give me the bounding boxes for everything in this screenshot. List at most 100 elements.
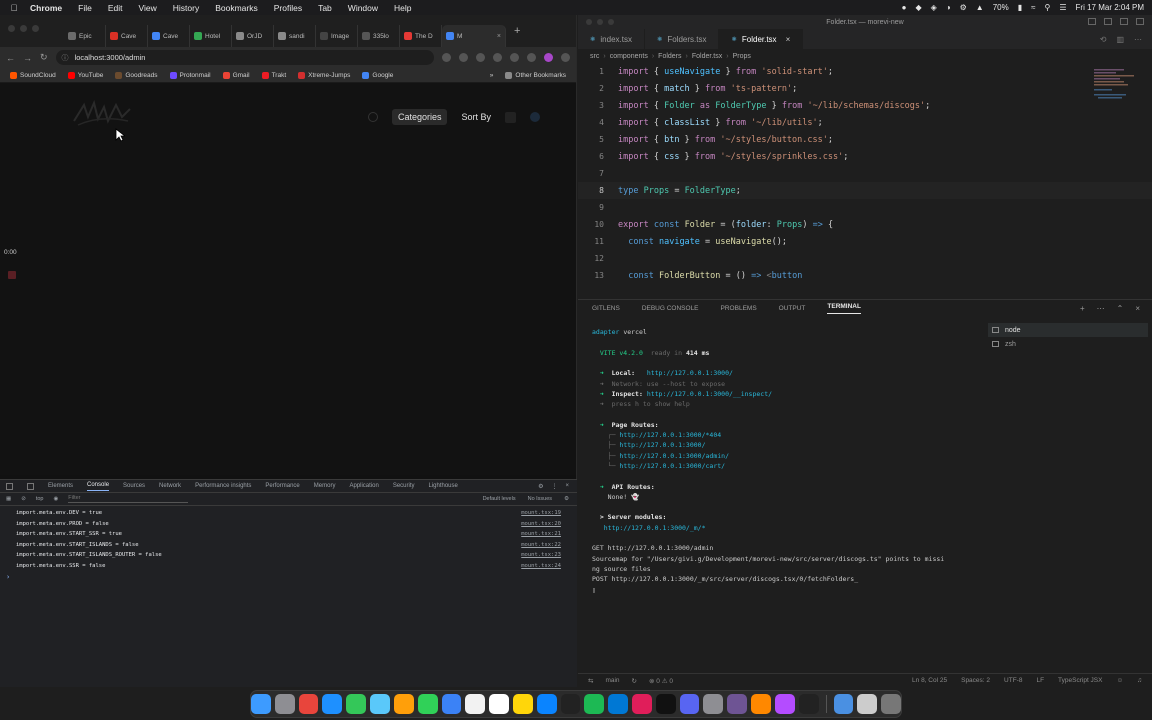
- feedback-icon[interactable]: ☺: [1116, 677, 1123, 684]
- devtools-tab-console[interactable]: Console: [87, 482, 110, 491]
- browser-tab[interactable]: 335lo: [358, 25, 400, 47]
- tray-icon[interactable]: ⚙: [960, 3, 967, 12]
- editor-tab[interactable]: ⚛ Folder.tsx ×: [719, 29, 804, 49]
- menu-view[interactable]: View: [138, 3, 156, 13]
- minimap[interactable]: [1094, 67, 1138, 103]
- issues-button[interactable]: No Issues: [528, 496, 552, 502]
- dock-vscode-icon[interactable]: [608, 694, 629, 714]
- bookmark-item[interactable]: Trakt: [261, 71, 286, 79]
- dock-preview-icon[interactable]: [833, 694, 854, 714]
- console-source-link[interactable]: mount.tsx:22: [521, 542, 561, 548]
- cursor-position[interactable]: Ln 8, Col 25: [912, 677, 947, 684]
- panel-tab-problems[interactable]: PROBLEMS: [721, 305, 757, 312]
- bookmarks-overflow-icon[interactable]: »: [490, 72, 494, 79]
- tray-icon[interactable]: ●: [902, 3, 907, 12]
- reload-icon[interactable]: ↻: [40, 52, 48, 63]
- dock-settings-icon[interactable]: [703, 694, 724, 714]
- console-source-link[interactable]: mount.tsx:24: [521, 563, 561, 569]
- language-mode[interactable]: TypeScript JSX: [1058, 677, 1102, 684]
- minimize-window-button[interactable]: [20, 25, 27, 32]
- breadcrumb-item[interactable]: Folders: [658, 53, 681, 60]
- new-terminal-icon[interactable]: +: [1080, 304, 1085, 313]
- breadcrumb-item[interactable]: components: [610, 53, 648, 60]
- battery-icon[interactable]: ▮: [1018, 3, 1022, 12]
- clear-console-icon[interactable]: ⊘: [21, 496, 26, 502]
- dock-maps-icon[interactable]: [370, 694, 390, 714]
- remote-icon[interactable]: ⇆: [588, 677, 593, 685]
- dock-messages-icon[interactable]: [346, 694, 367, 714]
- inspect-element-icon[interactable]: [6, 482, 13, 490]
- more-actions-icon[interactable]: ⋯: [1134, 35, 1142, 44]
- log-levels-select[interactable]: Default levels: [483, 496, 516, 502]
- sync-icon[interactable]: ↻: [632, 677, 637, 685]
- kebab-menu-icon[interactable]: ⋮: [551, 483, 557, 490]
- profile-avatar[interactable]: [544, 53, 553, 62]
- dock-reminders-icon[interactable]: [489, 694, 509, 714]
- close-window-button[interactable]: [586, 19, 592, 25]
- wifi-icon[interactable]: ≈: [1031, 3, 1035, 12]
- indentation[interactable]: Spaces: 2: [961, 677, 990, 684]
- info-icon[interactable]: ⓘ: [62, 53, 69, 63]
- notifications-icon[interactable]: ♫: [1137, 677, 1142, 684]
- customize-layout-icon[interactable]: [1136, 18, 1144, 25]
- menu-profiles[interactable]: Profiles: [274, 3, 302, 13]
- code-line[interactable]: 10 export const Folder = (folder: Props) …: [578, 216, 1152, 233]
- puzzle-icon[interactable]: [510, 53, 519, 62]
- bookmark-item[interactable]: Gmail: [222, 71, 250, 79]
- bookmark-item[interactable]: Goodreads: [115, 71, 158, 79]
- menu-file[interactable]: File: [78, 3, 92, 13]
- dock-slack-icon[interactable]: [632, 694, 652, 714]
- dock-discord-icon[interactable]: [679, 694, 700, 714]
- bookmark-star-icon[interactable]: [459, 53, 468, 62]
- install-icon[interactable]: [442, 53, 451, 62]
- menu-bookmarks[interactable]: Bookmarks: [215, 3, 258, 13]
- site-logo[interactable]: [70, 97, 136, 133]
- dock-safari-icon[interactable]: [322, 694, 343, 714]
- close-icon[interactable]: ×: [565, 483, 569, 490]
- panel-tab-output[interactable]: OUTPUT: [779, 305, 806, 312]
- close-tab-icon[interactable]: ×: [786, 35, 791, 44]
- code-line[interactable]: 7: [578, 165, 1152, 182]
- git-compare-icon[interactable]: ⟲: [1100, 35, 1107, 44]
- more-actions-icon[interactable]: ⋯: [1097, 304, 1105, 313]
- search-icon[interactable]: [367, 112, 378, 122]
- breadcrumb-item[interactable]: Props: [733, 53, 751, 60]
- forward-icon[interactable]: →: [23, 53, 32, 63]
- code-line[interactable]: 6 import { css } from '~/styles/sprinkles…: [578, 148, 1152, 165]
- gear-icon[interactable]: ⚙: [538, 483, 543, 490]
- browser-tab[interactable]: Cave: [148, 25, 190, 47]
- cart-icon[interactable]: [505, 111, 516, 123]
- dock-chrome-icon[interactable]: [298, 694, 319, 714]
- extension-icon[interactable]: [476, 53, 485, 62]
- categories-button[interactable]: Categories: [391, 109, 448, 125]
- sidebar-toggle-icon[interactable]: ▦: [6, 496, 11, 502]
- code-line[interactable]: 2 import { match } from 'ts-pattern';: [578, 80, 1152, 97]
- new-tab-button[interactable]: +: [506, 25, 528, 37]
- browser-tab[interactable]: M ×: [442, 25, 506, 47]
- context-select[interactable]: top: [36, 496, 44, 502]
- devtools-tab-sources[interactable]: Sources: [123, 483, 145, 489]
- toggle-panel-icon[interactable]: [1104, 18, 1112, 25]
- tray-icon[interactable]: ◈: [931, 3, 937, 12]
- address-bar[interactable]: ⓘ localhost:3000/admin: [55, 50, 434, 65]
- console-source-link[interactable]: mount.tsx:20: [521, 521, 561, 527]
- maximize-panel-icon[interactable]: ⌃: [1117, 304, 1124, 313]
- code-line[interactable]: 13 const FolderButton = () => <button: [578, 267, 1152, 284]
- terminal-tab-zsh[interactable]: zsh: [988, 337, 1148, 351]
- breadcrumb-item[interactable]: Folder.tsx: [692, 53, 722, 60]
- code-line[interactable]: 11 const navigate = useNavigate();: [578, 233, 1152, 250]
- other-bookmarks[interactable]: Other Bookmarks: [505, 71, 566, 79]
- dock-mail-icon[interactable]: [441, 694, 462, 714]
- toggle-secondary-sidebar-icon[interactable]: [1120, 18, 1128, 25]
- end-of-line[interactable]: LF: [1036, 677, 1044, 684]
- devtools-tab-performance[interactable]: Performance: [265, 483, 299, 489]
- tray-icon[interactable]: ◑: [946, 3, 951, 12]
- browser-tab[interactable]: Hotel: [190, 25, 232, 47]
- code-line[interactable]: 3 import { Folder as FolderType } from '~…: [578, 97, 1152, 114]
- problems-status[interactable]: ⊗ 0 ⚠ 0: [649, 677, 673, 685]
- apple-icon[interactable]: : [8, 3, 20, 13]
- user-icon[interactable]: [530, 112, 540, 122]
- dock-calendar-icon[interactable]: [465, 694, 486, 714]
- console-source-link[interactable]: mount.tsx:23: [521, 552, 561, 558]
- close-tab-icon[interactable]: ×: [497, 33, 501, 40]
